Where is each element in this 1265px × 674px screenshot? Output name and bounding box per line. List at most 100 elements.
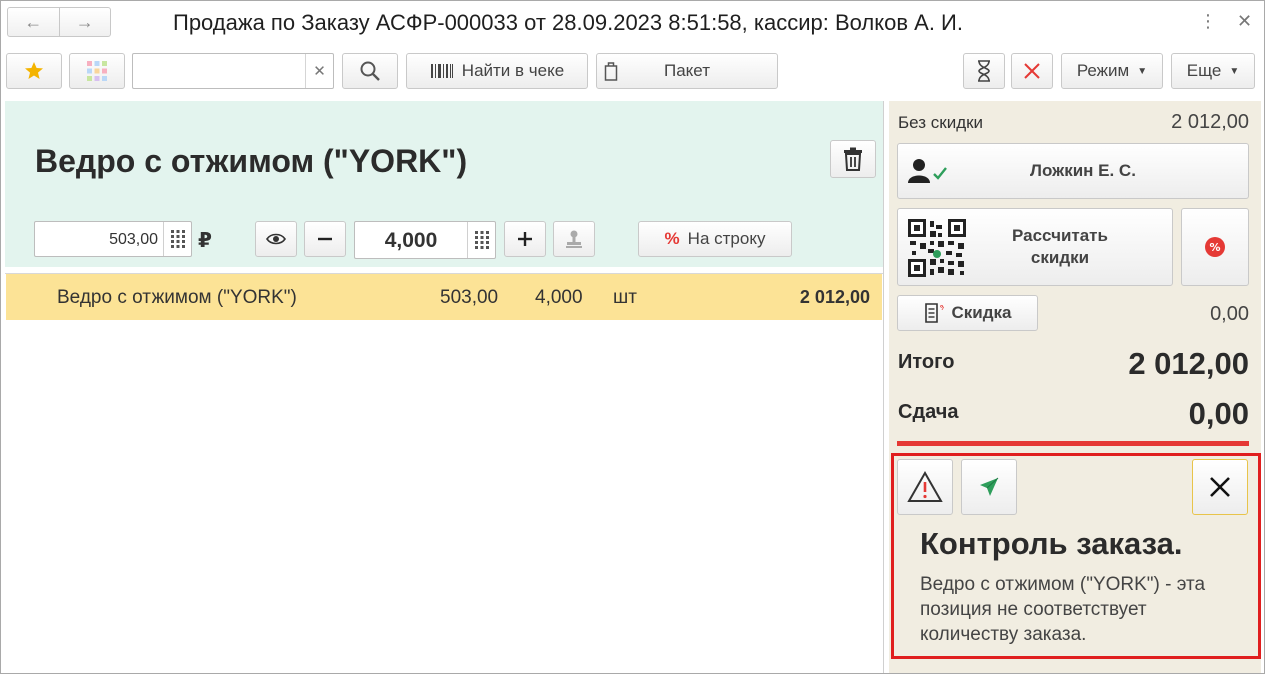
close-window-icon[interactable]: ✕ [1237,11,1252,32]
manual-discount-button[interactable]: % [1181,208,1249,286]
calculate-discounts-button[interactable]: Рассчитать скидки [897,208,1173,286]
quantity-value: 4,000 [384,229,438,252]
increase-quantity-button[interactable] [504,221,546,257]
plus-icon [518,232,532,246]
change-value: 0,00 [1188,396,1249,431]
minus-icon [318,237,332,241]
star-icon [25,62,43,79]
mode-label: Режим [1076,61,1130,80]
package-button[interactable]: Пакет [596,53,778,89]
calculator-icon [474,231,489,249]
window-frame: ← → Продажа по Заказу АСФР-000033 от 28.… [0,0,1265,674]
row-name: Ведро с отжимом ("YORK") [57,287,297,308]
discount-document-icon: % [924,302,944,324]
no-discount-value: 2 012,00 [1171,111,1249,133]
no-discount-label: Без скидки [898,113,984,132]
search-button[interactable] [342,53,398,89]
arrow-left-icon: ← [24,11,43,32]
back-button[interactable]: ← [8,8,59,36]
forward-button[interactable]: → [58,8,111,36]
per-row-label: На строку [687,229,766,248]
warning-icon [907,471,943,502]
customer-button[interactable]: Ложкин Е. С. [897,143,1249,199]
more-dropdown[interactable]: Еще ▼ [1171,53,1255,89]
order-control-notification: Контроль заказа. Ведро с отжимом ("YORK"… [891,453,1261,659]
stamp-button[interactable] [553,221,595,257]
close-notification-button[interactable] [1192,459,1248,515]
currency-sign: ₽ [198,230,212,252]
dropdown-caret-icon: ▼ [1229,65,1240,77]
barcode-icon [430,62,454,80]
send-button[interactable] [961,459,1017,515]
mode-dropdown[interactable]: Режим ▼ [1061,53,1163,89]
notification-message: Ведро с отжимом ("YORK") - эта позиция н… [920,574,1206,645]
hourglass-icon [978,60,990,82]
current-item-panel: Ведро с отжимом ("YORK") 503,00 ₽ 4,000 [5,101,883,267]
user-check-icon [908,158,948,189]
quantity-calculator-button[interactable] [467,222,495,258]
row-sum: 2 012,00 [799,287,870,307]
stamp-icon [566,230,582,248]
bag-icon [604,61,618,81]
percent-badge-icon: % [1205,237,1225,257]
change-label: Сдача [898,401,959,423]
qr-code-icon [908,219,966,282]
eye-icon [266,233,286,245]
price-value: 503,00 [109,231,158,248]
percent-icon: % [664,229,680,248]
clear-search-button[interactable]: ✕ [305,54,333,88]
search-field[interactable]: ✕ [132,53,334,89]
more-label: Еще [1186,61,1222,80]
grid-icon [87,61,107,81]
total-label: Итого [898,351,955,373]
favorite-button[interactable] [6,53,62,89]
calculate-discounts-label: Рассчитать скидки [1012,225,1108,269]
row-qty: 4,000 [535,287,583,308]
search-input[interactable] [137,58,303,84]
close-icon [1210,477,1230,497]
more-vertical-icon[interactable]: ⋮ [1199,11,1217,32]
table-row[interactable]: Ведро с отжимом ("YORK") 503,00 4,000 шт… [6,274,882,320]
decrease-quantity-button[interactable] [304,221,346,257]
row-price: 503,00 [440,287,499,308]
quantity-field[interactable]: 4,000 [354,221,496,259]
item-title: Ведро с отжимом ("YORK") [35,143,468,179]
calculate-discounts-line-2: скидки [1030,248,1090,267]
cancel-icon [1024,63,1040,79]
discount-button[interactable]: % Скидка [897,295,1038,331]
svg-text:%: % [940,304,944,312]
calculate-discounts-line-1: Рассчитать [1012,226,1108,245]
receipt-table: Ведро с отжимом ("YORK") 503,00 4,000 шт… [5,273,883,673]
delete-item-button[interactable] [830,140,876,178]
find-in-receipt-label: Найти в чеке [461,61,565,80]
discount-label: Скидка [951,303,1012,322]
price-calculator-button[interactable] [163,222,191,256]
window-title: Продажа по Заказу АСФР-000033 от 28.09.2… [173,10,963,35]
status-bar [897,441,1249,446]
price-field[interactable]: 503,00 [34,221,192,257]
notification-title: Контроль заказа. [920,526,1183,561]
cancel-receipt-button[interactable] [1011,53,1053,89]
apps-button[interactable] [69,53,125,89]
find-in-receipt-button[interactable]: Найти в чеке [406,53,588,89]
search-icon [360,61,380,81]
per-row-discount-button[interactable]: % На строку [638,221,792,257]
discount-value: 0,00 [1210,303,1249,325]
clear-icon: ✕ [313,63,326,80]
nav-buttons: ← → [7,7,111,37]
row-unit: шт [613,287,637,308]
arrow-right-icon: → [75,11,94,32]
customer-name: Ложкин Е. С. [1030,161,1136,180]
warning-button[interactable] [897,459,953,515]
svg-text:%: % [1209,241,1220,254]
send-icon [980,477,999,496]
calculator-icon [170,230,185,248]
panel-divider [883,101,884,673]
total-value: 2 012,00 [1128,346,1249,381]
title-bar: ← → Продажа по Заказу АСФР-000033 от 28.… [1,1,1264,43]
view-item-button[interactable] [255,221,297,257]
dropdown-caret-icon: ▼ [1137,65,1148,77]
package-label: Пакет [664,61,710,80]
deferred-receipt-button[interactable] [963,53,1005,89]
trash-icon [844,147,862,171]
